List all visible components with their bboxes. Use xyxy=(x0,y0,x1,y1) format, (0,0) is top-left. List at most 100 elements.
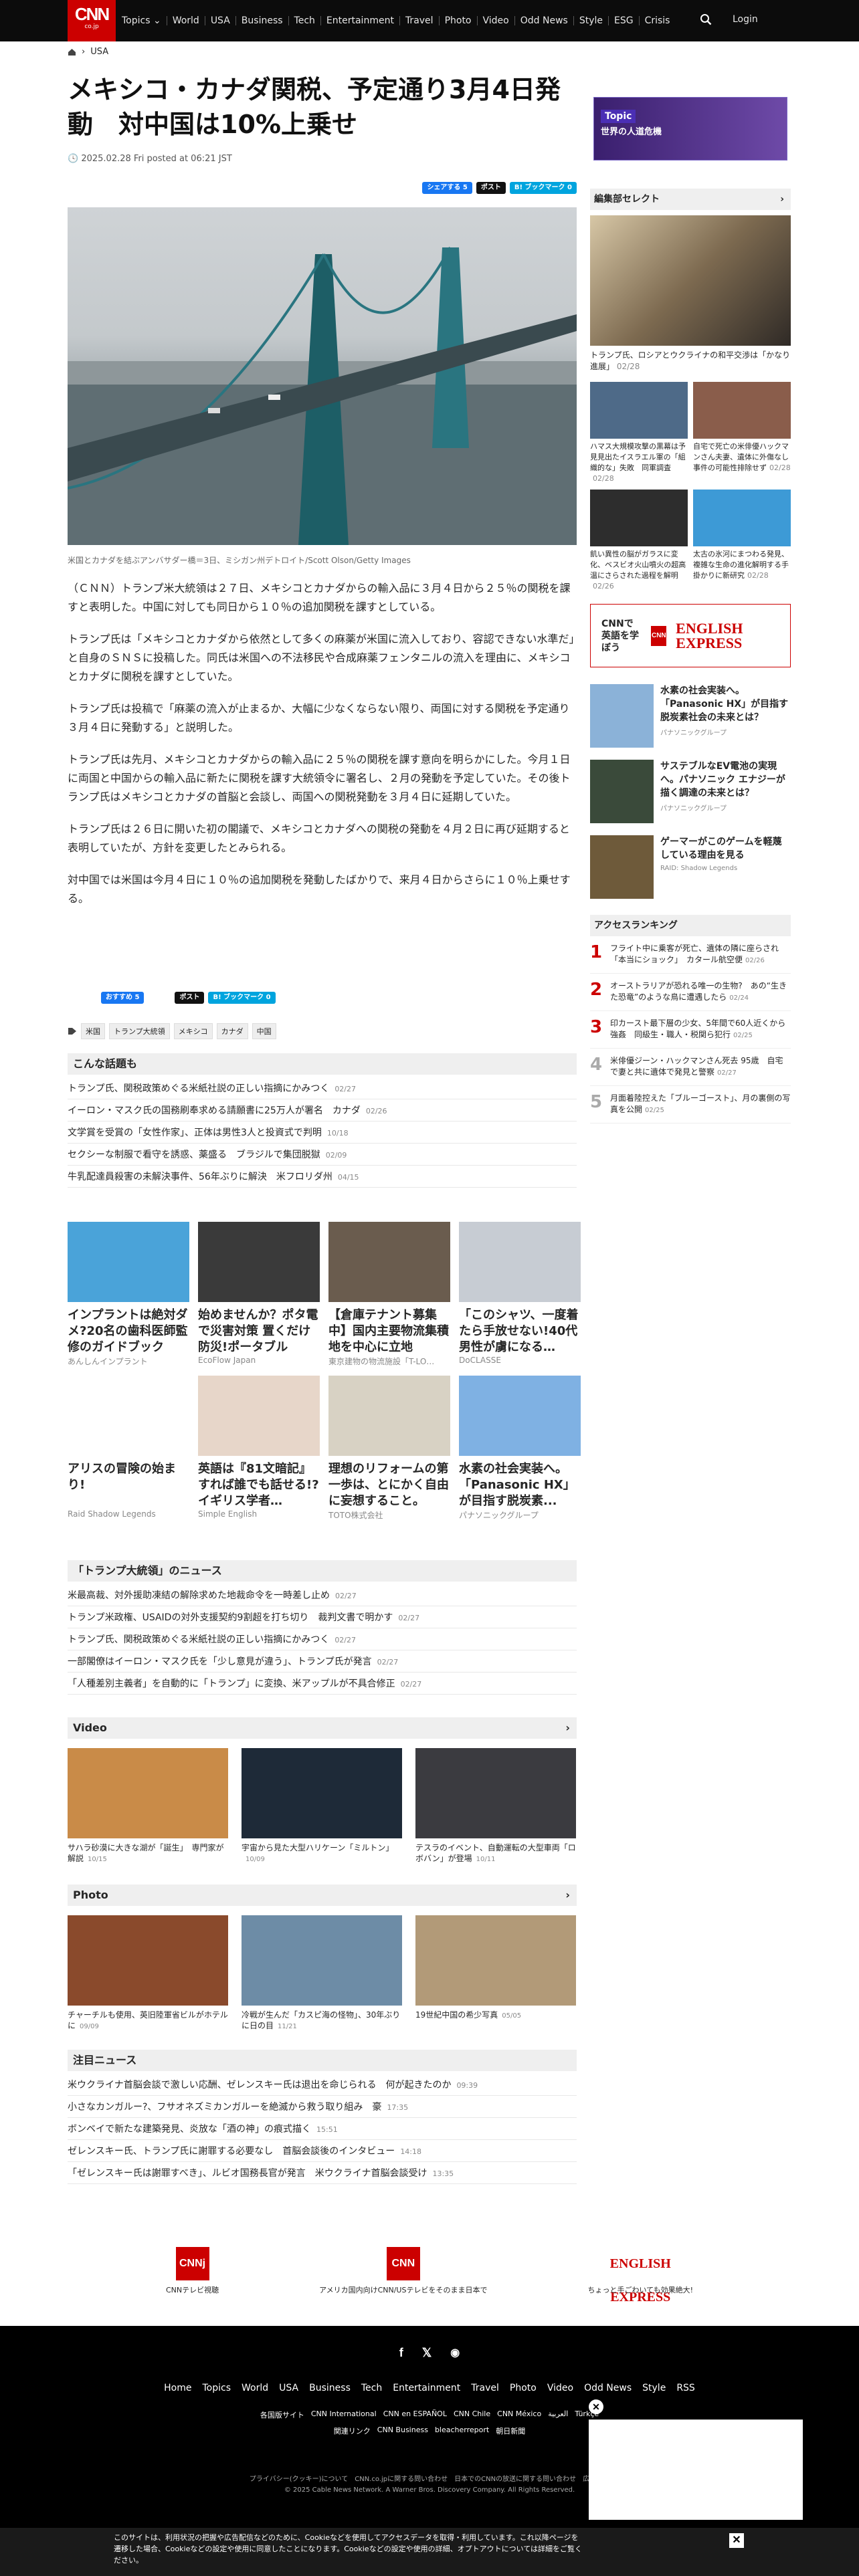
list-item[interactable]: トランプ氏、関税政策めぐる米紙社説の正しい指摘にかみつく 02/27 xyxy=(68,1077,577,1099)
footer-link[interactable]: Entertainment xyxy=(393,2383,460,2393)
tag-link[interactable]: 米国 xyxy=(81,1023,105,1039)
x-post-button[interactable]: ポスト xyxy=(476,182,506,194)
footer-link[interactable]: Home xyxy=(164,2383,191,2393)
nav-item-photo[interactable]: Photo xyxy=(440,16,478,25)
media-card[interactable]: 19世紀中国の希少写真 05/05 xyxy=(415,1915,576,2032)
editor-pick[interactable]: 太古の氷河にまつわる発見、複雑な生命の進化解明する手掛かりに新研究 02/28 xyxy=(693,490,791,592)
footer-link[interactable]: CNN México xyxy=(497,2409,541,2420)
footer-link[interactable]: bleacherreport xyxy=(435,2426,489,2436)
list-item[interactable]: セクシーな制服で看守を誘惑、薬盛る ブラジルで集団脱獄 02/09 xyxy=(68,1144,577,1166)
media-card[interactable]: サハラ砂漠に大きな湖が「誕生」 専門家が解説 10/15 xyxy=(68,1748,228,1865)
footer-link[interactable]: プライバシー(クッキー)について xyxy=(250,2473,348,2483)
footer-link[interactable]: CNN Chile xyxy=(454,2409,490,2420)
footer-link[interactable]: CNN International xyxy=(311,2409,377,2420)
topic-banner[interactable]: Topic 世界の人道危機 xyxy=(593,97,787,160)
footer-link[interactable]: 各国版サイト xyxy=(260,2409,304,2420)
close-icon[interactable]: ✕ xyxy=(589,2399,603,2414)
facebook-share-button[interactable]: シェアする 5 xyxy=(422,182,472,194)
sponsored-card[interactable]: 理想のリフォームの第一歩は、とにかく自由に妄想すること。 TOTO株式会社 xyxy=(328,1376,450,1521)
list-item[interactable]: 一部閣僚はイーロン・マスク氏を「少し意見が違う」、トランプ氏が発言 02/27 xyxy=(68,1650,577,1673)
sponsored-card[interactable]: インプラントは絶対ダメ?20名の歯科医師監修のガイドブック あんしんインプラント xyxy=(68,1222,189,1367)
list-item[interactable]: 牛乳配達員殺害の未解決事件、56年ぶりに解決 米フロリダ州 04/15 xyxy=(68,1166,577,1188)
sidebar-sponsored-item[interactable]: 水素の社会実装へ。「Panasonic HX」が目指す脱炭素社会の未来とは？ パナ… xyxy=(590,684,791,748)
nav-topics[interactable]: Topics ⌄ xyxy=(116,16,167,25)
footer-link[interactable]: Odd News xyxy=(584,2383,632,2393)
list-item[interactable]: 小さなカンガルー?、フサオネズミカンガルーを絶滅から救う取り組み 豪 17:35 xyxy=(68,2096,577,2118)
footer-link[interactable]: Business xyxy=(309,2383,351,2393)
nav-item-tech[interactable]: Tech xyxy=(289,16,321,25)
list-item[interactable]: 「ゼレンスキー氏は謝罪すべき」、ルビオ国務長官が発言 米ウクライナ首脳会談受け 1… xyxy=(68,2162,577,2184)
ranking-item[interactable]: 2 オーストラリアが恐れる唯一の生物? あの“生きた恐竜”のような鳥に遭遇したら 0… xyxy=(590,974,791,1011)
photo-header[interactable]: Photo › xyxy=(68,1885,577,1906)
editor-picks-header[interactable]: 編集部セレクト › xyxy=(590,189,791,210)
hatena-bookmark-button-bottom[interactable]: B! ブックマーク 0 xyxy=(208,992,276,1004)
tag-link[interactable]: 中国 xyxy=(252,1023,276,1039)
login-link[interactable]: Login xyxy=(733,14,758,25)
nav-item-business[interactable]: Business xyxy=(236,16,289,25)
media-card[interactable]: チャーチルも使用、英旧陸軍省ビルがホテルに 09/09 xyxy=(68,1915,228,2032)
search-icon[interactable] xyxy=(700,13,712,25)
footer-link[interactable]: 関連リンク xyxy=(334,2426,371,2436)
editor-pick[interactable]: ハマス大規模攻撃の黒幕は予見見出たイスラエル軍の「組織的な」失敗 同軍調査 02/… xyxy=(590,382,688,484)
footer-link[interactable]: Photo xyxy=(510,2383,537,2393)
ranking-item[interactable]: 4 米俳優ジーン・ハックマンさん死去 95歳 自宅で妻と共に遺体で発見と警察 02/… xyxy=(590,1049,791,1086)
ranking-item[interactable]: 3 印カースト最下層の少女、5年間で60人近くから強姦 同級生・職人・税関ら犯行 0… xyxy=(590,1011,791,1049)
home-icon[interactable] xyxy=(68,48,76,56)
sponsored-card[interactable]: 「このシャツ、一度着たら手放せない!40代男性が虜になる… DoCLASSE xyxy=(459,1222,581,1367)
media-card[interactable]: 冷戦が生んだ「カスピ海の怪物」、30年ぶりに日の目 11/21 xyxy=(242,1915,402,2032)
sidebar-sponsored-item[interactable]: ゲーマーがこのゲームを軽蔑している理由を見る RAID: Shadow Legen… xyxy=(590,835,791,899)
nav-item-style[interactable]: Style xyxy=(574,16,609,25)
footer-link[interactable]: RSS xyxy=(676,2383,695,2393)
footer-link[interactable]: USA xyxy=(279,2383,298,2393)
nav-item-travel[interactable]: Travel xyxy=(400,16,440,25)
footer-link[interactable]: العربية xyxy=(548,2409,568,2420)
x-icon[interactable]: 𝕏 xyxy=(422,2346,432,2360)
cnn-logo[interactable]: CNN co.jp xyxy=(68,0,116,41)
footer-logo-link[interactable]: CNN アメリカ国内向けCNN/USテレビをそのまま日本で xyxy=(319,2247,487,2295)
footer-logo-link[interactable]: CNNj CNNテレビ視聴 xyxy=(166,2247,219,2295)
sponsored-card[interactable]: 英語は『81文暗記』すれば誰でも話せる!?イギリス学者… Simple Engli… xyxy=(198,1376,320,1521)
nav-item-usa[interactable]: USA xyxy=(205,16,236,25)
video-header[interactable]: Video › xyxy=(68,1717,577,1739)
floating-video-ad[interactable]: ✕ xyxy=(589,2399,803,2520)
sponsored-card[interactable]: アリスの冒険の始まり! Raid Shadow Legends xyxy=(68,1376,189,1521)
list-item[interactable]: 文学賞を受賞の「女性作家」、正体は男性3人と投資式で判明 10/18 xyxy=(68,1121,577,1144)
ranking-item[interactable]: 1 フライト中に乗客が死亡、遺体の隣に座らされ「本当にショック」 カタール航空便 0… xyxy=(590,936,791,974)
media-card[interactable]: テスラのイベント、自動運転の大型車両「ロボバン」が登場 10/11 xyxy=(415,1748,576,1865)
tag-link[interactable]: カナダ xyxy=(216,1023,248,1039)
footer-link[interactable]: CNN en ESPAÑOL xyxy=(383,2409,447,2420)
sponsored-card[interactable]: 水素の社会実装へ。「Panasonic HX」が目指す脱炭素... パナソニックグ… xyxy=(459,1376,581,1521)
sidebar-sponsored-item[interactable]: サステブルなEV電池の実現へ。パナソニック エナジーが描く調達の未来とは？ パナソ… xyxy=(590,760,791,823)
footer-link[interactable]: Video xyxy=(547,2383,573,2393)
facebook-icon[interactable]: f xyxy=(399,2346,403,2360)
nav-item-crisis[interactable]: Crisis xyxy=(640,16,676,25)
ranking-item[interactable]: 5 月面着陸控えた「ブルーゴースト」、月の裏側の写真を公開 02/25 xyxy=(590,1086,791,1123)
media-card[interactable]: 宇宙から見た大型ハリケーン「ミルトン」 10/09 xyxy=(242,1748,402,1865)
list-item[interactable]: ボンベイで新たな建築発見、炎放な「酒の神」の痕式描く 15:51 xyxy=(68,2118,577,2140)
nav-item-video[interactable]: Video xyxy=(478,16,515,25)
footer-link[interactable]: Style xyxy=(642,2383,666,2393)
footer-link[interactable]: Travel xyxy=(471,2383,499,2393)
nav-item-world[interactable]: World xyxy=(167,16,205,25)
list-item[interactable]: イーロン・マスク氏の国務刷奉求める請願書に25万人が署名 カナダ 02/26 xyxy=(68,1099,577,1121)
footer-link[interactable]: Topics xyxy=(203,2383,231,2393)
footer-link[interactable]: CNN.co.jpに関する問い合わせ xyxy=(355,2473,448,2483)
nav-item-odd-news[interactable]: Odd News xyxy=(515,16,574,25)
hatena-bookmark-button[interactable]: B! ブックマーク 0 xyxy=(509,182,577,194)
footer-link[interactable]: 朝日新聞 xyxy=(496,2426,525,2436)
list-item[interactable]: 米最高裁、対外援助凍結の解除求めた地裁命令を一時差し止め 02/27 xyxy=(68,1584,577,1606)
english-express-ad[interactable]: CNNで英語を学ぼう CNN ENGLISH EXPRESS xyxy=(590,604,791,667)
footer-logo-link[interactable]: ENGLISH EXPRESS ちょっと手ごわいても効果絶大! xyxy=(587,2247,693,2304)
facebook-recommend-button[interactable]: おすすめ 5 xyxy=(101,992,145,1004)
editor-pick[interactable]: 自宅で死亡の米俳優ハックマンさん夫妻、遺体に外傷なし 事件の可能性排除せず 02/… xyxy=(693,382,796,484)
editor-pick[interactable]: 飢い異性の脳がガラスに変化、ベスビオ火山噴火の超高温にさらされた過程を解明 02/… xyxy=(590,490,688,592)
footer-link[interactable]: World xyxy=(242,2383,268,2393)
breadcrumb-section[interactable]: USA xyxy=(90,47,108,57)
footer-link[interactable]: 日本でのCNNの放送に関する問い合わせ xyxy=(454,2473,576,2483)
nav-item-entertainment[interactable]: Entertainment xyxy=(321,16,400,25)
list-item[interactable]: 米ウクライナ首脳会談で激しい応酬、ゼレンスキー氏は退出を命じられる 何が起きたの… xyxy=(68,2074,577,2096)
list-item[interactable]: 「人種差別主義者」を自動的に「トランプ」に変換、米アップルが不具合修正 02/27 xyxy=(68,1673,577,1695)
list-item[interactable]: トランプ米政権、USAIDの対外支援契約9割超を打ち切り 裁判文書で明かす 02/… xyxy=(68,1606,577,1628)
rss-icon[interactable]: ◉ xyxy=(450,2346,460,2360)
cookie-close-button[interactable]: ✕ xyxy=(729,2533,744,2548)
